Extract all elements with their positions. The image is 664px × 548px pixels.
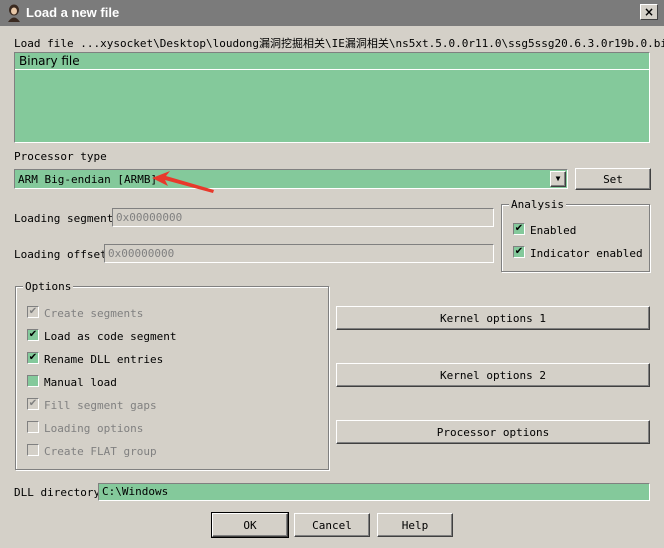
- load-as-code-segment-label: Load as code segment: [44, 330, 177, 343]
- check-icon: ✔: [28, 398, 38, 409]
- file-type-list[interactable]: Binary file: [14, 52, 650, 143]
- kernel-options-2-button[interactable]: Kernel options 2: [336, 363, 650, 387]
- enabled-label: Enabled: [530, 224, 577, 237]
- cancel-button[interactable]: Cancel: [294, 513, 370, 537]
- loading-options-label: Loading options: [44, 422, 144, 435]
- dll-directory-label: DLL directory: [14, 486, 101, 499]
- check-icon: ✔: [514, 246, 524, 257]
- manual-load-checkbox[interactable]: [27, 375, 39, 387]
- create-segments-checkbox[interactable]: ✔: [27, 306, 39, 318]
- processor-selected-value: ARM Big-endian [ARMB]: [18, 173, 158, 186]
- kernel-options-1-button[interactable]: Kernel options 1: [336, 306, 650, 330]
- check-icon: ✔: [28, 352, 38, 363]
- close-button[interactable]: ×: [640, 4, 658, 20]
- create-flat-group-label: Create FLAT group: [44, 445, 157, 458]
- loading-offset-input[interactable]: 0x00000000: [104, 244, 494, 263]
- list-item[interactable]: Binary file: [15, 53, 649, 70]
- close-icon: ×: [643, 5, 655, 19]
- analysis-title: Analysis: [509, 198, 566, 211]
- indicator-enabled-checkbox[interactable]: ✔: [513, 246, 525, 258]
- app-icon: [8, 4, 20, 22]
- create-flat-group-checkbox[interactable]: [27, 444, 39, 456]
- enabled-checkbox[interactable]: ✔: [513, 223, 525, 235]
- dll-directory-input[interactable]: C:\Windows: [98, 483, 650, 501]
- loading-options-checkbox[interactable]: [27, 421, 39, 433]
- processor-type-label: Processor type: [14, 150, 107, 163]
- options-title: Options: [23, 280, 74, 293]
- create-segments-label: Create segments: [44, 307, 144, 320]
- rename-dll-entries-checkbox[interactable]: ✔: [27, 352, 39, 364]
- loading-segment-input[interactable]: 0x00000000: [112, 208, 494, 227]
- manual-load-label: Manual load: [44, 376, 117, 389]
- rename-dll-entries-label: Rename DLL entries: [44, 353, 164, 366]
- title-bar[interactable]: Load a new file ×: [0, 0, 664, 26]
- check-icon: ✔: [28, 329, 38, 340]
- analysis-group: [501, 204, 650, 272]
- check-icon: ✔: [514, 223, 524, 234]
- indicator-enabled-label: Indicator enabled: [530, 247, 643, 260]
- annotation-arrow-icon: [152, 171, 214, 193]
- window-title: Load a new file: [26, 5, 120, 20]
- set-button[interactable]: Set: [575, 168, 651, 190]
- fill-segment-gaps-checkbox[interactable]: ✔: [27, 398, 39, 410]
- load-file-label: Load file ...xysocket\Desktop\loudong漏洞挖…: [14, 37, 664, 50]
- dropdown-button[interactable]: ▼: [550, 171, 566, 187]
- processor-type-select[interactable]: ARM Big-endian [ARMB] ▼: [14, 169, 568, 189]
- processor-options-button[interactable]: Processor options: [336, 420, 650, 444]
- check-icon: ✔: [28, 306, 38, 317]
- loading-segment-label: Loading segment: [14, 212, 114, 225]
- load-as-code-segment-checkbox[interactable]: ✔: [27, 329, 39, 341]
- help-button[interactable]: Help: [377, 513, 453, 537]
- ok-button[interactable]: OK: [211, 512, 289, 538]
- fill-segment-gaps-label: Fill segment gaps: [44, 399, 157, 412]
- loading-offset-label: Loading offset: [14, 248, 107, 261]
- chevron-down-icon: ▼: [555, 174, 561, 183]
